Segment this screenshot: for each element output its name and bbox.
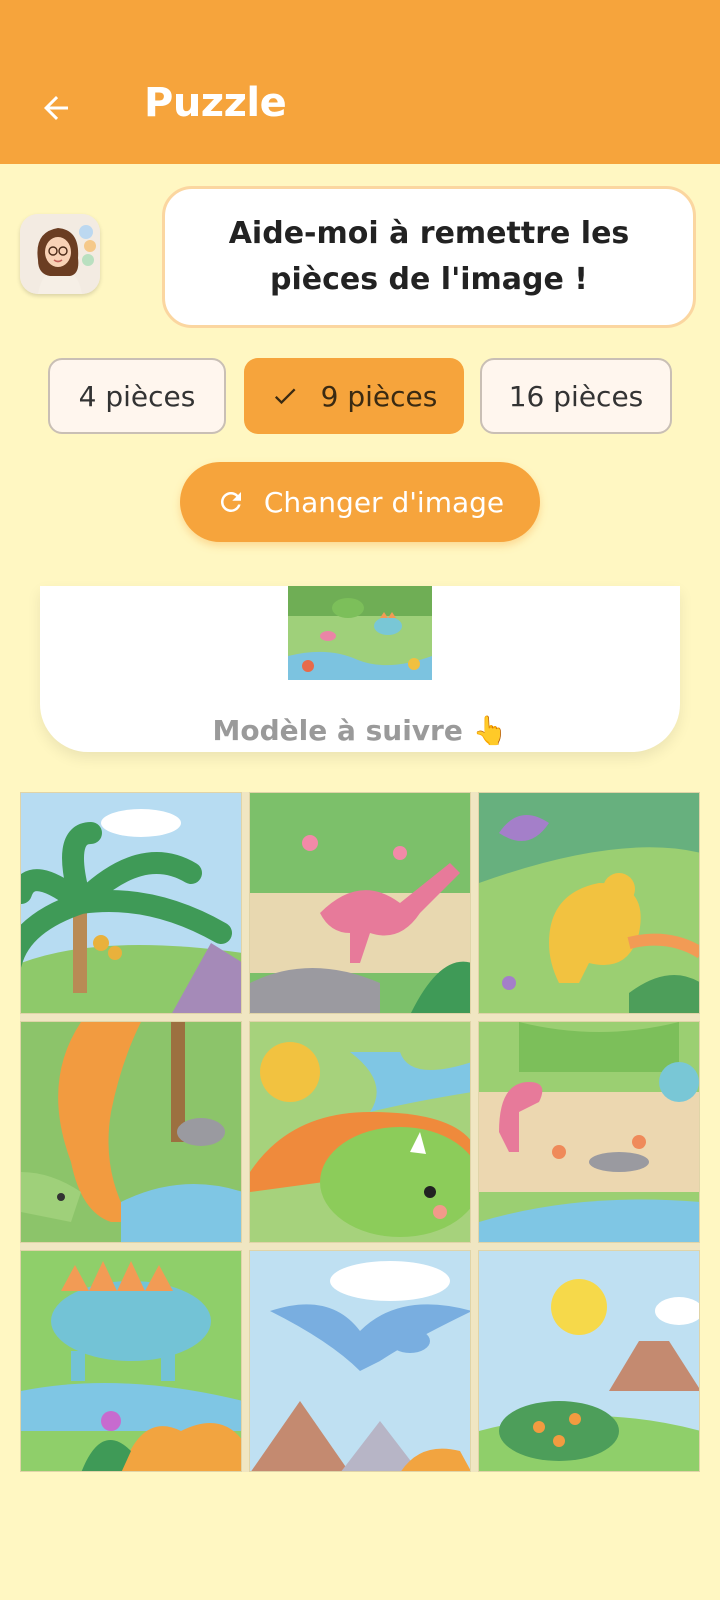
stegosaurus-icon	[21, 1251, 241, 1471]
chip-16-pieces[interactable]: 16 pièces	[480, 358, 672, 434]
puzzle-tile[interactable]	[249, 1021, 471, 1243]
yellow-dinosaur-icon	[479, 793, 699, 1013]
back-button[interactable]	[36, 88, 76, 128]
change-image-label: Changer d'image	[263, 485, 505, 519]
puzzle-tile[interactable]	[20, 1250, 242, 1472]
chip-label: 4 pièces	[78, 379, 196, 413]
pink-dinosaur-icon	[250, 793, 470, 1013]
pterodactyl-icon	[250, 1251, 470, 1471]
sun-volcano-icon	[479, 1251, 699, 1471]
puzzle-tile[interactable]	[249, 792, 471, 1014]
check-icon	[271, 382, 299, 410]
puzzle-tile[interactable]	[20, 1021, 242, 1243]
change-image-button[interactable]: Changer d'image	[180, 462, 540, 542]
puzzle-grid	[20, 792, 700, 1472]
chip-label: 16 pièces	[508, 379, 644, 413]
puzzle-tile[interactable]	[249, 1250, 471, 1472]
arrow-left-icon	[44, 96, 68, 120]
page-title: Puzzle	[144, 80, 287, 126]
puzzle-tile[interactable]	[20, 792, 242, 1014]
puzzle-tile[interactable]	[478, 792, 700, 1014]
puzzle-tile[interactable]	[478, 1250, 700, 1472]
teacher-avatar-icon	[20, 214, 100, 294]
path-dinosaurs-icon	[479, 1022, 699, 1242]
chip-4-pieces[interactable]: 4 pièces	[48, 358, 226, 434]
palm-tree-icon	[21, 793, 241, 1013]
puzzle-tile[interactable]	[478, 1021, 700, 1243]
chip-9-pieces[interactable]: 9 pièces	[244, 358, 464, 434]
model-caption: Modèle à suivre 👆	[212, 714, 508, 747]
model-card: Modèle à suivre 👆	[40, 586, 680, 752]
triceratops-icon	[250, 1022, 470, 1242]
refresh-icon	[216, 487, 246, 517]
chip-label: 9 pièces	[320, 379, 438, 413]
assistant-message: Aide-moi à remettre les pièces de l'imag…	[162, 186, 696, 328]
orange-dinosaur-neck-icon	[21, 1022, 241, 1242]
app-bar: Puzzle	[0, 0, 720, 164]
dinosaur-landscape-thumbnail	[288, 586, 432, 680]
